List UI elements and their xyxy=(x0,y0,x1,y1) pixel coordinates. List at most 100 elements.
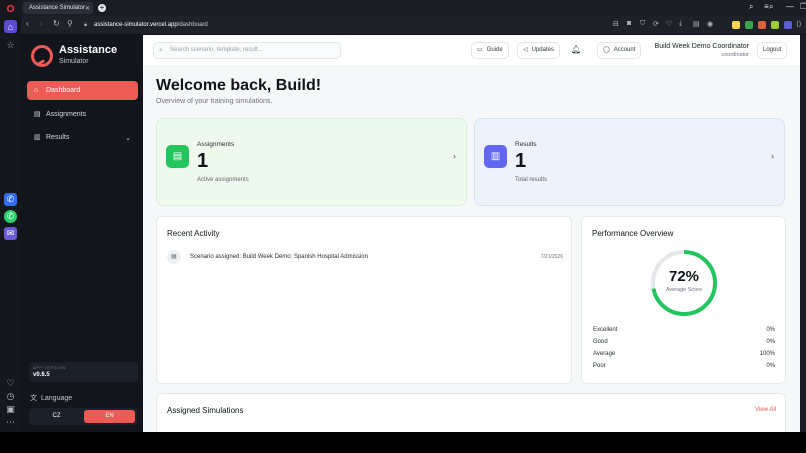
heart-icon[interactable]: ♡ xyxy=(4,377,17,390)
extension-green-icon[interactable] xyxy=(745,21,753,29)
maximize-window-icon[interactable]: ❐ xyxy=(800,2,806,11)
sidebar-item-results[interactable]: ▥ Results ⌄ xyxy=(27,128,138,147)
account-button[interactable]: ◯ Account xyxy=(597,42,642,59)
bell-icon[interactable]: 🔔︎ xyxy=(571,45,581,54)
browser-tab[interactable]: Assistance Simulator ✕ xyxy=(23,2,93,14)
star-icon[interactable]: ☆ xyxy=(4,39,17,52)
search-tabs-icon[interactable]: ⌕ xyxy=(749,2,753,12)
clipboard-icon: ▤ xyxy=(34,111,41,118)
extension-yellow-icon[interactable] xyxy=(732,21,740,29)
stat-card-results[interactable]: ▥ Results 1 Total results › xyxy=(474,118,785,206)
search-placeholder: Search scenario, template, result... xyxy=(170,47,263,53)
stat-card-assignments[interactable]: ▤ Assignments 1 Active assignments › xyxy=(156,118,467,206)
view-all-link[interactable]: View All xyxy=(755,407,776,413)
perf-value: 100% xyxy=(759,351,775,357)
stat-value: 1 xyxy=(515,150,527,172)
app-sidebar: Assistance Simulator ⌂ Dashboard ▤ Assig… xyxy=(21,35,143,432)
logout-label: Logout xyxy=(763,47,782,53)
home-icon[interactable]: ⌂ xyxy=(4,20,17,33)
chevron-right-icon: › xyxy=(771,151,774,161)
extension-orange-icon[interactable] xyxy=(758,21,766,29)
site-info-icon[interactable]: ⚲ xyxy=(67,19,73,28)
perf-label: Excellent xyxy=(593,327,618,333)
panel-title: Recent Activity xyxy=(167,229,220,238)
sidebar-item-label: Assignments xyxy=(46,111,87,118)
taskbar xyxy=(0,432,806,453)
profile-icon[interactable]: ◉ xyxy=(707,20,713,28)
opera-logo-icon[interactable]: O xyxy=(4,3,17,16)
updates-button[interactable]: ◁ Updates xyxy=(517,42,560,59)
history-icon[interactable]: ◷ xyxy=(4,390,17,403)
scrollbar[interactable] xyxy=(800,35,806,432)
shield-icon[interactable]: ⛉ xyxy=(640,20,645,28)
perf-value: 0% xyxy=(766,327,775,333)
search-icon: ⌕ xyxy=(159,47,163,54)
list-item[interactable]: ▤ Scenario assigned: Build Week Demo: Sp… xyxy=(167,250,563,264)
language-label: Language xyxy=(41,394,73,402)
address-bar: ‹ › ↻ ⚲ 🔒︎ assistance-simulator.vercel.a… xyxy=(21,16,806,34)
language-toggle: CZ EN xyxy=(29,408,137,425)
lang-button-cz[interactable]: CZ xyxy=(31,410,82,423)
activity-text: Scenario assigned: Build Week Demo: Span… xyxy=(190,254,368,260)
sidebar-toggle-icon[interactable]: ⟨⟩ xyxy=(796,20,801,28)
updates-label: Updates xyxy=(531,47,554,53)
forward-icon[interactable]: › xyxy=(40,19,43,28)
sidebar-item-dashboard[interactable]: ⌂ Dashboard xyxy=(27,81,138,100)
brand-subtitle: Simulator xyxy=(59,58,89,65)
perf-row-poor: Poor 0% xyxy=(593,363,775,369)
perf-value: 0% xyxy=(766,339,775,345)
search-input[interactable]: ⌕ Search scenario, template, result... xyxy=(153,42,341,59)
perf-row-excellent: Excellent 0% xyxy=(593,327,775,333)
minimize-window-icon[interactable]: — xyxy=(786,2,794,11)
messenger-icon[interactable]: ✆ xyxy=(4,193,17,206)
extensions-icon[interactable]: ▤ xyxy=(693,20,700,28)
whatsapp-icon[interactable]: ✆ xyxy=(4,210,17,223)
activity-date: 7/21/2026 xyxy=(540,254,563,260)
perf-label: Average xyxy=(593,351,616,357)
language-label-row: 文 Language xyxy=(30,393,72,403)
refresh-page-icon[interactable]: ⟳ xyxy=(653,20,659,28)
user-role: coordinator xyxy=(721,52,749,58)
score-label: Average Score xyxy=(665,287,703,293)
extension-lime-icon[interactable] xyxy=(771,21,779,29)
ad-block-icon[interactable]: ⊟ xyxy=(613,20,619,28)
panel-title: Performance Overview xyxy=(592,229,674,238)
close-tab-icon[interactable]: ✕ xyxy=(85,5,90,12)
stat-subtitle: Total results xyxy=(515,177,548,183)
menu-icon[interactable]: ≡ xyxy=(764,2,769,11)
back-icon[interactable]: ‹ xyxy=(26,19,29,28)
reload-icon[interactable]: ↻ xyxy=(53,19,60,28)
browser-window: O ⌂ ☆ ✆ ✆ ✉ ♡ ◷ ▣ ⋯ Assistance Simulator… xyxy=(0,0,806,453)
lang-button-en[interactable]: EN xyxy=(84,410,135,423)
book-icon: ▭ xyxy=(477,47,483,53)
sidebar-item-label: Dashboard xyxy=(46,87,81,94)
account-label: Account xyxy=(613,47,636,53)
extension-purple-icon[interactable] xyxy=(784,21,792,29)
logout-button[interactable]: Logout xyxy=(757,42,788,59)
sidebar-item-assignments[interactable]: ▤ Assignments xyxy=(27,105,138,124)
heart-toolbar-icon[interactable]: ♡ xyxy=(666,20,672,28)
guide-button[interactable]: ▭ Guide xyxy=(471,42,509,59)
box-icon[interactable]: ▣ xyxy=(4,403,17,416)
version-label: APP VERSION xyxy=(33,365,66,370)
chat-icon[interactable]: ✉ xyxy=(4,227,17,240)
recent-activity-panel: Recent Activity ▤ Scenario assigned: Bui… xyxy=(156,216,572,384)
user-name: Build Week Demo Coordinator xyxy=(654,43,749,50)
perf-value: 0% xyxy=(766,363,775,369)
tab-bar: Assistance Simulator ✕ + ⌕ ≡ ⌕ — ❐ xyxy=(21,0,806,16)
perf-row-good: Good 0% xyxy=(593,339,775,345)
score-ring: 72% Average Score xyxy=(649,248,719,318)
lock-icon: 🔒︎ xyxy=(84,22,88,28)
url-host: assistance-simulator.vercel.app xyxy=(94,22,178,28)
new-tab-icon[interactable]: + xyxy=(98,4,106,12)
camera-icon[interactable]: ◙ xyxy=(627,20,631,27)
user-icon: ◯ xyxy=(603,47,610,53)
translate-icon: 文 xyxy=(30,395,37,402)
search-icon-top[interactable]: ⌕ xyxy=(769,2,773,12)
download-icon[interactable]: ⤓ xyxy=(679,20,682,28)
home-icon: ⌂ xyxy=(34,87,39,94)
score-value: 72% xyxy=(668,268,700,285)
perf-label: Poor xyxy=(593,363,606,369)
more-icon[interactable]: ⋯ xyxy=(4,416,17,429)
version-value: v0.6.5 xyxy=(33,372,50,378)
